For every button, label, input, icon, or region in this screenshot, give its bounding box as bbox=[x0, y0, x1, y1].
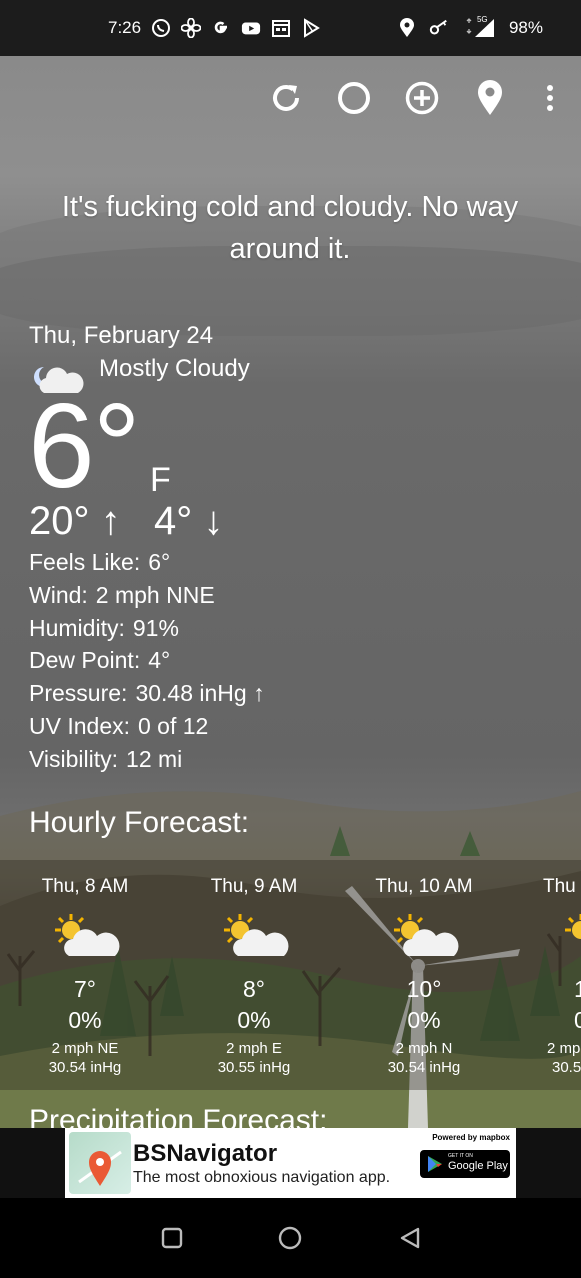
add-circle-icon bbox=[405, 81, 439, 115]
detail-dew-point: Dew Point: 4° bbox=[29, 647, 171, 674]
snarky-headline: It's fucking cold and cloudy. No way aro… bbox=[61, 191, 519, 265]
weather-scene: It's fucking cold and cloudy. No way aro… bbox=[0, 56, 581, 1128]
ad-map-thumbnail bbox=[69, 1132, 131, 1194]
circle-icon bbox=[278, 1226, 302, 1250]
moon-sun-icon bbox=[338, 82, 370, 114]
recents-button[interactable] bbox=[159, 1225, 185, 1251]
current-temperature: 6° bbox=[28, 379, 141, 513]
home-button[interactable] bbox=[277, 1225, 303, 1251]
detail-pressure: Pressure: 30.48 inHg ↑ bbox=[29, 680, 265, 707]
ad-banner[interactable]: BSNavigator The most obnoxious navigatio… bbox=[65, 1128, 516, 1198]
low-temp: 4° bbox=[153, 499, 193, 543]
ad-subtitle: The most obnoxious navigation app. bbox=[133, 1169, 391, 1186]
toolbar bbox=[251, 78, 581, 118]
battery-level: 98% bbox=[508, 18, 543, 37]
add-location-button[interactable] bbox=[402, 78, 442, 118]
high-arrow: ↑ bbox=[100, 499, 121, 543]
partly-sunny-icon bbox=[169, 910, 339, 970]
ad-title: BSNavigator bbox=[133, 1140, 278, 1167]
hourly-item[interactable]: Thu, 8 AM 7° 0% 2 mph NE 30.54 inHg bbox=[0, 860, 170, 1076]
back-button[interactable] bbox=[397, 1225, 423, 1251]
weather-details: Feels Like: 6° Wind: 2 mph NNE Humidity: 91… bbox=[29, 546, 265, 776]
temperature-unit: F bbox=[150, 461, 171, 499]
location-icon bbox=[397, 18, 417, 38]
hourly-forecast-list[interactable]: Thu, 8 AM 7° 0% 2 mph NE 30.54 inHg Thu,… bbox=[0, 860, 581, 1090]
more-options-button[interactable] bbox=[530, 78, 570, 118]
status-bar: 7:26 5G 98% bbox=[0, 0, 581, 56]
detail-feels-like: Feels Like: 6° bbox=[29, 549, 171, 575]
refresh-icon bbox=[273, 85, 299, 111]
signal-5g-icon: 5G bbox=[461, 15, 497, 38]
location-pin-icon bbox=[478, 80, 502, 115]
ad-powered-by: Powered by mapbox bbox=[432, 1133, 510, 1142]
calendar-icon bbox=[271, 18, 291, 38]
status-time: 7:26 bbox=[108, 18, 142, 37]
refresh-button[interactable] bbox=[266, 78, 306, 118]
high-low: 20° ↑ 4° ↓ bbox=[29, 496, 223, 546]
hourly-forecast-title: Hourly Forecast: bbox=[29, 806, 250, 839]
precipitation-forecast-title: Precipitation Forecast: bbox=[29, 1104, 328, 1128]
play-store-icon bbox=[301, 18, 321, 38]
google-icon bbox=[211, 18, 231, 38]
hourly-item[interactable]: Thu 1 0 2 mp 30.5 bbox=[509, 860, 581, 1076]
google-play-badge[interactable]: GET IT ON Google Play bbox=[420, 1150, 510, 1178]
detail-uv-index: UV Index: 0 of 12 bbox=[29, 712, 209, 739]
location-button[interactable] bbox=[470, 78, 510, 118]
play-triangle-icon bbox=[428, 1156, 442, 1172]
square-icon bbox=[161, 1227, 183, 1249]
more-vert-icon bbox=[547, 85, 553, 111]
partly-sunny-icon bbox=[0, 910, 170, 970]
system-navigation-bar bbox=[0, 1198, 581, 1278]
detail-humidity: Humidity: 91% bbox=[29, 614, 179, 641]
whatsapp-icon bbox=[151, 18, 171, 38]
detail-visibility: Visibility: 12 mi bbox=[29, 745, 183, 772]
partly-sunny-icon bbox=[509, 910, 581, 970]
detail-wind: Wind: 2 mph NNE bbox=[29, 581, 215, 608]
youtube-icon bbox=[241, 18, 261, 38]
hourly-item[interactable]: Thu, 10 AM 10° 0% 2 mph N 30.54 inHg bbox=[339, 860, 509, 1076]
high-temp: 20° bbox=[29, 499, 90, 543]
fan-icon bbox=[181, 18, 202, 38]
hourly-item[interactable]: Thu, 9 AM 8° 0% 2 mph E 30.55 inHg bbox=[169, 860, 339, 1076]
back-triangle-icon bbox=[400, 1227, 420, 1249]
key-icon bbox=[429, 18, 449, 38]
low-arrow: ↓ bbox=[203, 499, 224, 543]
network-label: 5G bbox=[476, 15, 488, 24]
current-date: Thu, February 24 bbox=[29, 322, 214, 349]
partly-sunny-icon bbox=[339, 910, 509, 970]
theme-button[interactable] bbox=[334, 78, 374, 118]
map-pin-icon bbox=[78, 1150, 122, 1186]
